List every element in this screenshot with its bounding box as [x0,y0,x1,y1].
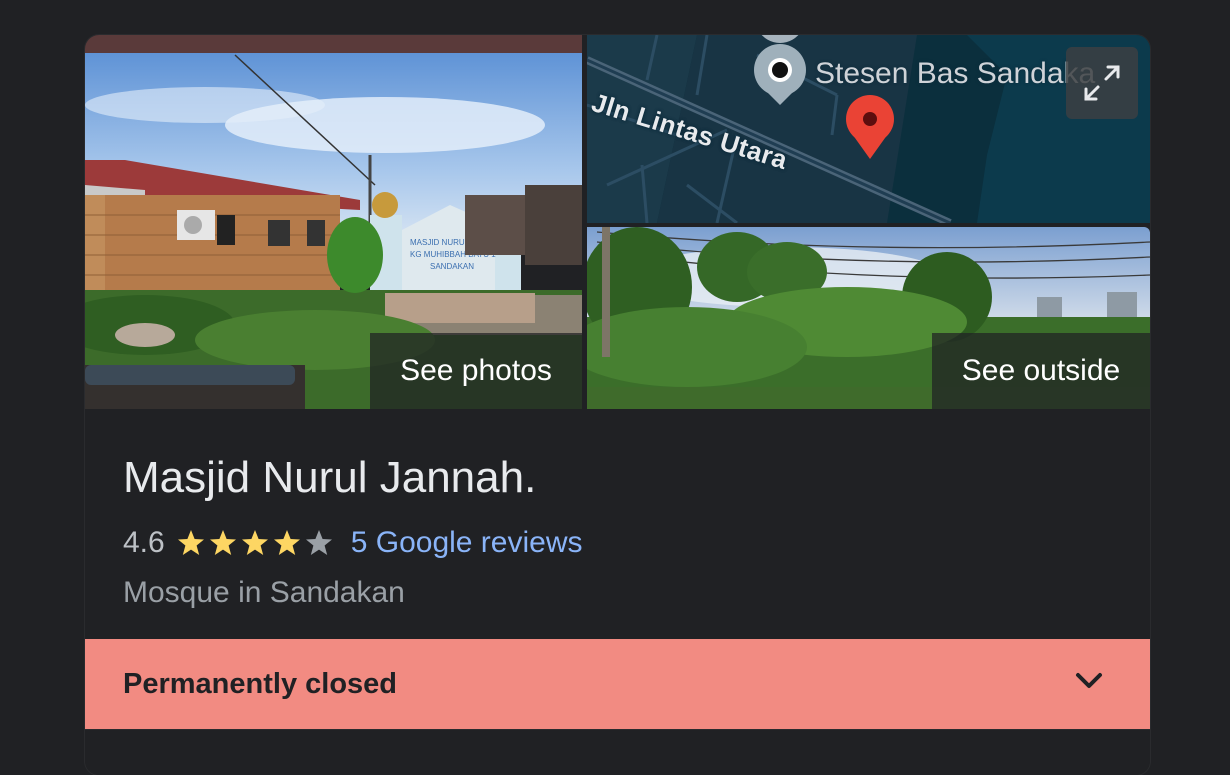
svg-text:SANDAKAN: SANDAKAN [430,262,474,271]
expand-map-button[interactable] [1066,47,1138,119]
google-reviews-link[interactable]: 5 Google reviews [351,526,583,560]
place-title: Masjid Nurul Jannah. [123,453,537,502]
rating-stars [177,529,337,557]
rating-row: 4.6 5 Google reviews [123,522,1112,564]
place-category: Mosque in Sandakan [123,576,405,609]
main-photo[interactable]: MASJID NURUL JANNAH KG MUHIBBAH BATU 1 S… [85,35,582,409]
see-photos-button[interactable]: See photos [370,333,582,409]
panel-divider [85,729,1150,775]
chevron-down-icon [1076,673,1102,688]
closed-status-label: Permanently closed [123,667,397,700]
see-outside-button[interactable]: See outside [932,333,1150,409]
permanently-closed-banner[interactable]: Permanently closed [85,639,1150,729]
map-thumbnail[interactable]: Jln Lintas Utara Stesen Bas Sandaka [587,35,1150,223]
place-knowledge-panel: MASJID NURUL JANNAH KG MUHIBBAH BATU 1 S… [85,35,1150,775]
expand-icon [1084,65,1120,101]
map-poi-label: Stesen Bas Sandaka [815,57,1096,90]
rating-value: 4.6 [123,526,165,559]
star-rating-icon [177,530,332,555]
place-info: Masjid Nurul Jannah. 4.6 5 Google review… [123,450,1112,610]
street-view-photo[interactable]: See outside [587,227,1150,409]
